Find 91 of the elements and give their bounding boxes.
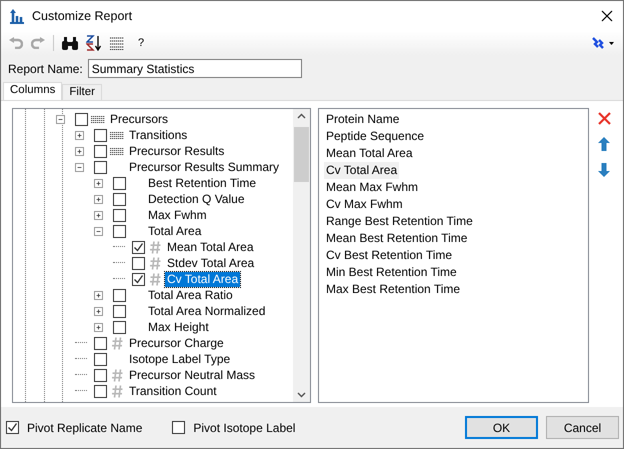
sort-icon[interactable] [86,35,102,51]
tree-item[interactable]: Max Fwhm [146,208,209,222]
hash-icon [112,384,122,398]
checkbox-label[interactable]: Pivot Replicate Name [27,420,142,434]
tree-item[interactable]: Total Area [146,224,204,238]
tree-item[interactable]: Best Retention Time [146,176,258,190]
scrollbar-thumb[interactable] [294,127,309,182]
checkbox[interactable] [172,421,186,434]
column-item[interactable]: Mean Total Area [324,145,415,162]
list-icon [110,132,124,138]
checkbox[interactable] [113,320,126,334]
binoculars-icon[interactable] [62,36,78,50]
expand-icon[interactable] [94,210,103,220]
checkbox[interactable] [113,224,126,238]
tree-item[interactable]: Isotope Label Type [127,352,232,366]
scroll-down-icon[interactable] [297,392,306,398]
checkbox[interactable] [94,160,107,174]
list-icon [110,148,124,154]
tree-item[interactable]: Stdev Total Area [165,256,256,270]
report-name-label: Report Name: [8,62,83,76]
checkbox[interactable] [132,240,145,254]
column-item[interactable]: Max Best Retention Time [324,281,462,298]
help-button[interactable]: ? [138,37,144,49]
close-icon[interactable] [601,10,613,22]
hash-icon [112,336,122,350]
checkbox[interactable] [132,256,145,270]
hash-icon [112,368,122,382]
column-item[interactable]: Cv Best Retention Time [324,247,454,264]
checkbox[interactable] [94,128,107,142]
column-item[interactable]: Mean Best Retention Time [324,230,470,247]
tree-item[interactable]: Transition Count [127,384,219,398]
tree-item[interactable]: Max Height [146,320,211,334]
column-item[interactable]: Range Best Retention Time [324,213,475,230]
checkbox[interactable] [113,304,126,318]
column-item[interactable]: Protein Name [324,111,402,128]
tree-item[interactable]: Total Area Ratio [146,288,235,302]
expand-icon[interactable] [94,322,103,332]
tree-item[interactable]: Precursor Results Summary [127,160,282,174]
expand-icon[interactable] [75,130,84,140]
expand-icon[interactable] [75,146,84,156]
checkbox[interactable] [94,384,107,398]
scroll-up-icon[interactable] [297,113,306,119]
checkbox[interactable] [113,192,126,206]
tree-item[interactable]: Precursor Charge [127,336,226,350]
expand-icon[interactable] [94,194,103,204]
hash-icon [150,240,160,254]
checkbox[interactable] [113,176,126,190]
tree-item[interactable]: Transitions [127,128,190,142]
tab[interactable]: Filter [62,84,102,100]
tab[interactable]: Columns [3,82,62,100]
column-item[interactable]: Cv Max Fwhm [324,196,405,213]
list-icon [91,116,105,122]
checkbox[interactable] [75,112,88,126]
tree-item[interactable]: Detection Q Value [146,192,246,206]
expand-icon[interactable] [94,290,103,300]
expand-icon[interactable] [94,178,103,188]
checkbox[interactable] [6,421,19,434]
collapse-icon[interactable] [94,226,103,236]
collapse-icon[interactable] [75,162,84,172]
column-item[interactable]: Mean Max Fwhm [324,179,420,196]
delete-icon[interactable] [598,112,610,125]
link-icon[interactable] [591,37,615,49]
hash-icon [150,272,160,286]
list-icon[interactable] [110,36,124,50]
collapse-icon[interactable] [56,114,65,124]
column-item[interactable]: Min Best Retention Time [324,264,459,281]
checkbox[interactable] [132,272,145,286]
column-item[interactable]: Cv Total Area [324,162,400,179]
expand-icon[interactable] [94,306,103,316]
ok-button[interactable]: OK [465,416,538,439]
tree-item[interactable]: Cv Total Area [165,272,240,286]
checkbox[interactable] [113,208,126,222]
up-arrow-icon[interactable] [598,137,610,151]
report-name-field[interactable]: Summary Statistics [88,59,302,78]
checkbox-label[interactable]: Pivot Isotope Label [193,420,296,434]
window-title: Customize Report [32,9,132,23]
cancel-button[interactable]: Cancel [546,416,619,439]
bar-chart-icon [9,8,25,24]
down-arrow-icon[interactable] [598,163,610,177]
tree-item[interactable]: Mean Total Area [165,240,256,254]
checkbox[interactable] [94,368,107,382]
tree-item[interactable]: Total Area Normalized [146,304,268,318]
tree-item[interactable]: Precursor Neutral Mass [127,368,258,382]
hash-icon [150,256,160,270]
checkbox[interactable] [94,336,107,350]
checkbox[interactable] [113,288,126,302]
checkbox[interactable] [94,144,107,158]
checkbox[interactable] [94,352,107,366]
column-item[interactable]: Peptide Sequence [324,128,426,145]
tree-item[interactable]: Precursor Results [127,144,226,158]
tree-item[interactable]: Precursors [108,112,170,126]
